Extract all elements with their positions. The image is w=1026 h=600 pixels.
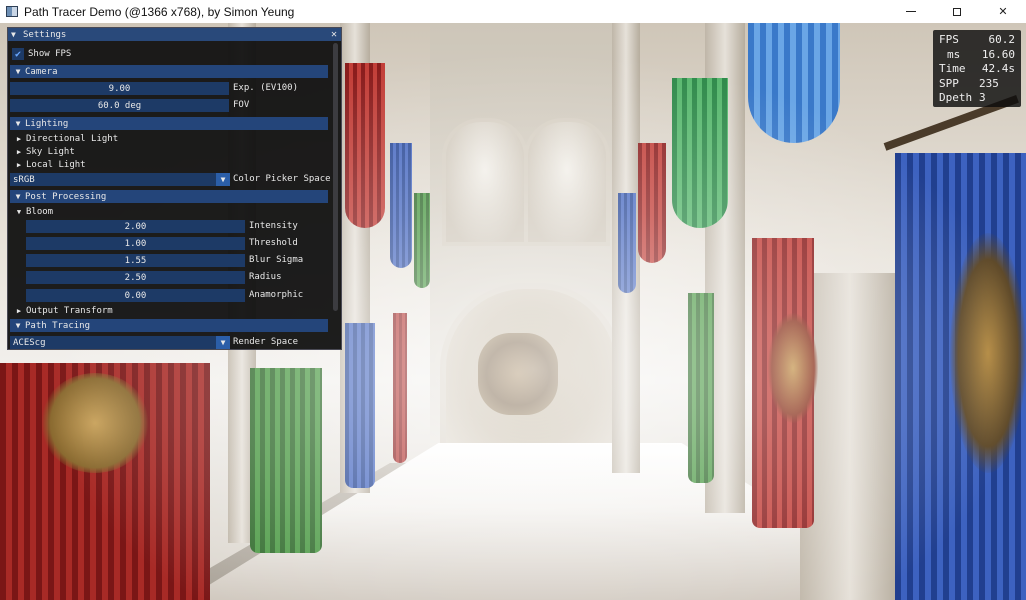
fov-value: 60.0 deg xyxy=(97,100,142,111)
expanded-icon: ▼ xyxy=(16,207,22,216)
expanded-icon: ▼ xyxy=(15,192,21,201)
window-titlebar: Path Tracer Demo (@1366 x768), by Simon … xyxy=(0,0,1026,24)
window-controls: ✕ xyxy=(888,0,1026,23)
bloom-blur-sigma-label: Blur Sigma xyxy=(249,255,304,265)
stat-value: 235 xyxy=(979,76,999,90)
render-space-label: Render Space xyxy=(233,337,299,347)
tree-label: Directional Light xyxy=(26,133,119,144)
tree-label: Local Light xyxy=(26,159,86,170)
camera-header-label: Camera xyxy=(25,66,58,77)
maximize-button[interactable] xyxy=(934,0,980,23)
expanded-icon: ▼ xyxy=(15,119,21,128)
tree-directional-light[interactable]: ▶ Directional Light xyxy=(12,132,118,145)
stat-spp: SPP 235 xyxy=(939,77,1015,92)
bloom-radius-value: 2.50 xyxy=(124,272,147,283)
exposure-label: Exp. (EV100) xyxy=(233,83,299,93)
collapse-icon[interactable]: ▼ xyxy=(11,30,21,39)
expanded-icon: ▼ xyxy=(15,67,21,76)
chevron-down-icon: ▼ xyxy=(220,338,226,347)
tree-label: Sky Light xyxy=(26,146,75,157)
chevron-down-icon: ▼ xyxy=(220,175,226,184)
stat-label: ms xyxy=(947,47,961,61)
stat-label: Dpeth xyxy=(939,91,973,105)
tree-output-transform[interactable]: ▶ Output Transform xyxy=(12,304,113,317)
stat-value: 16.60 xyxy=(981,47,1015,61)
bloom-threshold-field[interactable]: 1.00 xyxy=(26,237,245,250)
checkmark-icon: ✔ xyxy=(14,48,22,60)
close-icon: ✕ xyxy=(998,5,1008,18)
stat-value: 3 xyxy=(979,91,986,105)
collapsed-icon: ▶ xyxy=(16,160,22,169)
minimize-icon xyxy=(906,11,916,12)
tree-local-light[interactable]: ▶ Local Light xyxy=(12,158,86,171)
bloom-anamorphic-value: 0.00 xyxy=(124,290,147,301)
bloom-intensity-field[interactable]: 2.00 xyxy=(26,220,245,233)
render-space-dropdown-button[interactable]: ▼ xyxy=(216,336,230,349)
exposure-value: 9.00 xyxy=(108,83,131,94)
tree-label: Bloom xyxy=(26,206,54,217)
stat-label: FPS xyxy=(939,33,959,46)
maximize-icon xyxy=(953,7,961,16)
bloom-anamorphic-field[interactable]: 0.00 xyxy=(26,289,245,302)
color-picker-space-value: sRGB xyxy=(13,174,35,185)
lighting-header[interactable]: ▼ Lighting xyxy=(10,117,328,130)
bloom-blur-sigma-value: 1.55 xyxy=(124,255,147,266)
stat-label: SPP xyxy=(939,76,959,90)
bloom-anamorphic-label: Anamorphic xyxy=(249,290,304,300)
render-space-value: ACEScg xyxy=(13,337,46,348)
settings-close-icon[interactable]: ✕ xyxy=(331,28,337,41)
show-fps-checkbox[interactable]: ✔ xyxy=(12,48,24,60)
exposure-field[interactable]: 9.00 xyxy=(10,82,229,95)
window-title: Path Tracer Demo (@1366 x768), by Simon … xyxy=(24,4,295,19)
settings-titlebar[interactable]: ▼ Settings ✕ xyxy=(8,28,341,41)
path-tracing-header[interactable]: ▼ Path Tracing xyxy=(10,319,328,332)
bloom-blur-sigma-field[interactable]: 1.55 xyxy=(26,254,245,267)
stat-value: 42.4s xyxy=(981,62,1015,76)
bloom-threshold-value: 1.00 xyxy=(124,238,147,249)
stats-overlay: FPS 60.2 ms 16.60 Time 42.4s SPP 235 Dpe… xyxy=(933,30,1021,107)
expanded-icon: ▼ xyxy=(15,321,21,330)
minimize-button[interactable] xyxy=(888,0,934,23)
path-tracing-header-label: Path Tracing xyxy=(25,320,91,331)
color-picker-space-label: Color Picker Space xyxy=(233,174,331,184)
lighting-header-label: Lighting xyxy=(25,118,69,129)
stat-fps: FPS 60.2 xyxy=(939,33,1015,48)
collapsed-icon: ▶ xyxy=(16,147,22,156)
tree-label: Output Transform xyxy=(26,305,113,316)
settings-panel: ▼ Settings ✕ ✔ Show FPS ▼ Camera 9.00 Ex… xyxy=(7,27,342,350)
bloom-radius-label: Radius xyxy=(249,272,282,282)
fov-label: FOV xyxy=(233,100,250,110)
collapsed-icon: ▶ xyxy=(16,306,22,315)
post-processing-header[interactable]: ▼ Post Processing xyxy=(10,190,328,203)
stat-depth: Dpeth 3 xyxy=(939,91,1015,106)
stat-ms: ms 16.60 xyxy=(939,48,1015,63)
color-picker-dropdown-button[interactable]: ▼ xyxy=(216,173,230,186)
render-space-select[interactable]: ACEScg xyxy=(10,336,216,349)
show-fps-label: Show FPS xyxy=(28,49,72,59)
fov-field[interactable]: 60.0 deg xyxy=(10,99,229,112)
post-processing-header-label: Post Processing xyxy=(25,191,107,202)
close-button[interactable]: ✕ xyxy=(980,0,1026,23)
color-picker-space-select[interactable]: sRGB xyxy=(10,173,216,186)
stat-time: Time 42.4s xyxy=(939,62,1015,77)
app-icon xyxy=(6,6,18,17)
settings-scrollbar[interactable] xyxy=(333,43,338,311)
stat-label: Time xyxy=(939,62,966,76)
tree-sky-light[interactable]: ▶ Sky Light xyxy=(12,145,75,158)
bloom-intensity-label: Intensity xyxy=(249,221,298,231)
bloom-radius-field[interactable]: 2.50 xyxy=(26,271,245,284)
bloom-threshold-label: Threshold xyxy=(249,238,298,248)
bloom-intensity-value: 2.00 xyxy=(124,221,147,232)
tree-bloom[interactable]: ▼ Bloom xyxy=(12,205,53,218)
collapsed-icon: ▶ xyxy=(16,134,22,143)
settings-title: Settings xyxy=(23,29,67,40)
camera-header[interactable]: ▼ Camera xyxy=(10,65,328,78)
stat-value: 60.2 xyxy=(988,33,1016,46)
